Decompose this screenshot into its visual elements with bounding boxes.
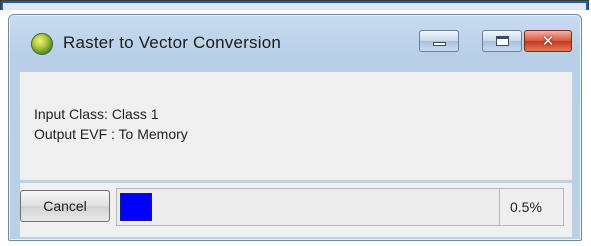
window-title: Raster to Vector Conversion	[63, 33, 281, 52]
input-class-text: Input Class: Class 1	[34, 106, 159, 122]
output-evf-text: Output EVF : To Memory	[34, 126, 188, 142]
minimize-button[interactable]	[419, 30, 459, 52]
maximize-icon	[496, 36, 509, 46]
progress-fill	[120, 193, 152, 221]
background-window-edge	[0, 0, 589, 10]
minimize-icon	[433, 42, 446, 46]
cancel-button[interactable]: Cancel	[20, 190, 110, 222]
progress-percent: 0.5%	[499, 188, 564, 226]
app-globe-icon	[31, 33, 53, 55]
progress-bar	[116, 188, 504, 226]
close-button[interactable]: ✕	[524, 30, 572, 52]
close-icon: ✕	[541, 32, 555, 50]
title-bar[interactable]: Raster to Vector Conversion ✕	[9, 15, 581, 69]
maximize-button[interactable]	[482, 30, 522, 52]
status-panel: Input Class: Class 1 Output EVF : To Mem…	[19, 71, 573, 181]
